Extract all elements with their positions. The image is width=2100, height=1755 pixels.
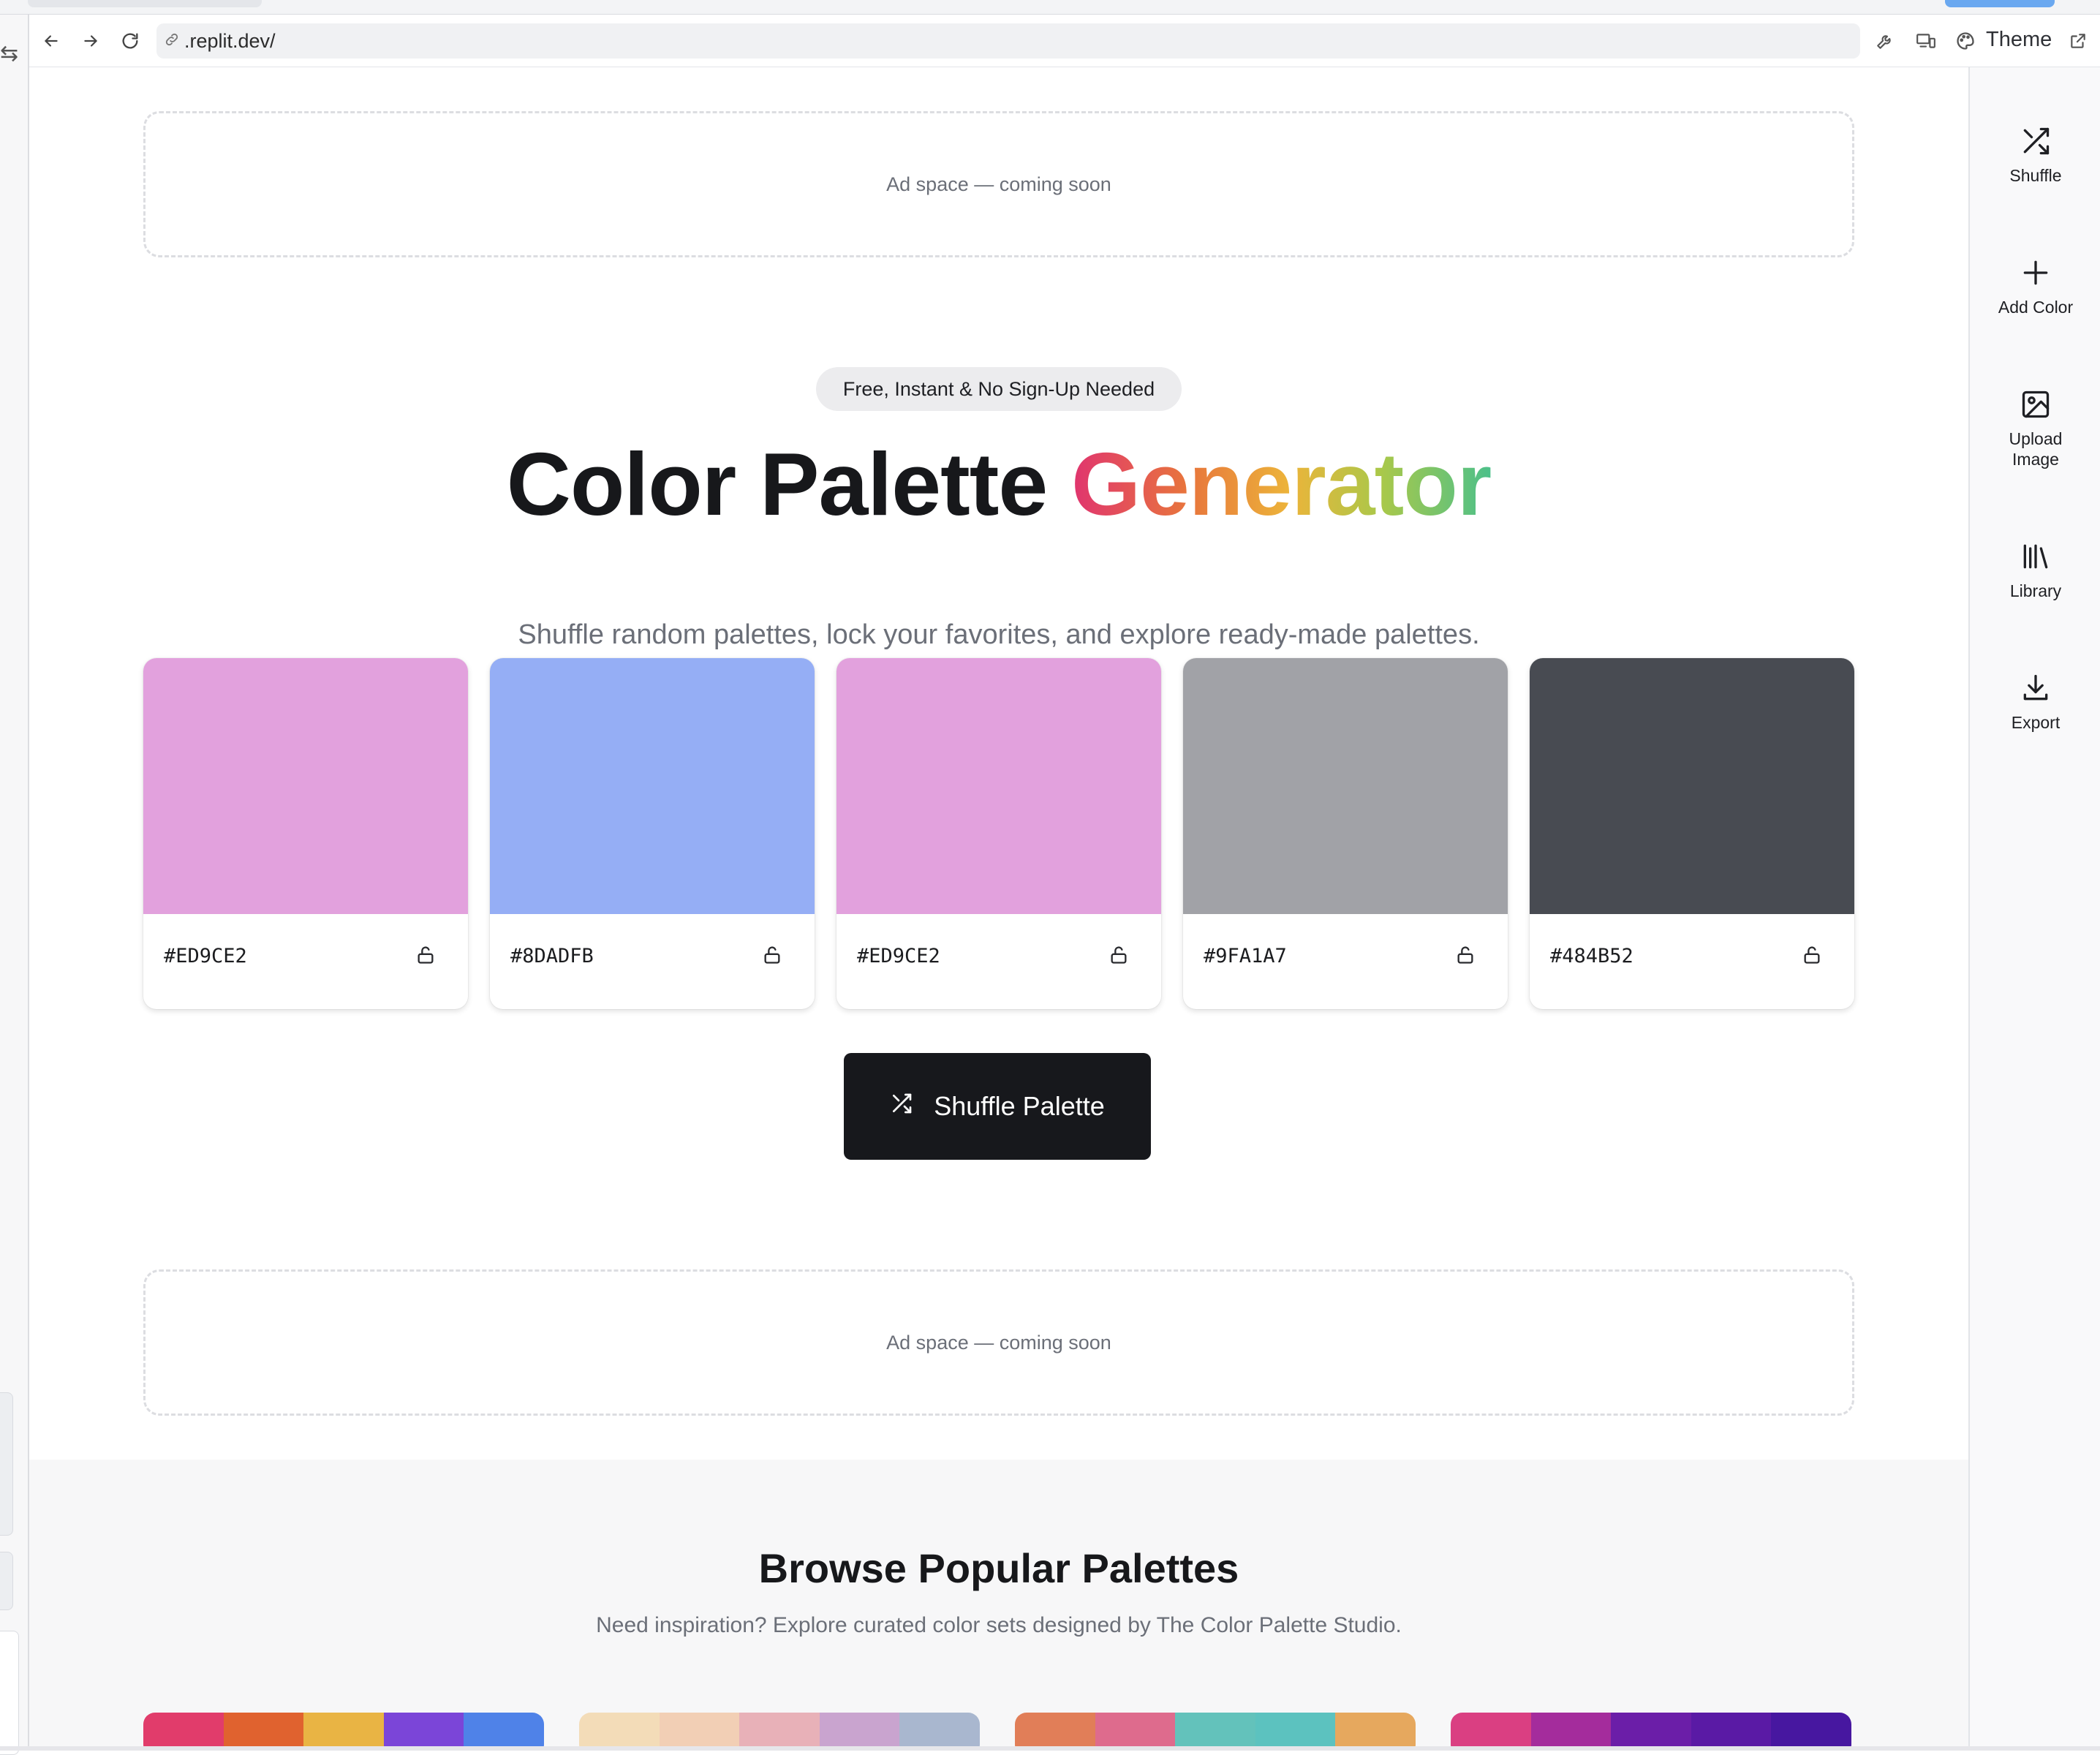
sidebar-item-label: Shuffle [2009, 166, 2062, 185]
unlock-icon[interactable] [1103, 939, 1135, 971]
swatch-card[interactable]: #ED9CE2 [836, 658, 1161, 1009]
palette-preview-color [819, 1713, 900, 1751]
browse-subtitle: Need inspiration? Explore curated color … [596, 1613, 1402, 1637]
sidebar-item-shuffle[interactable]: Shuffle [1970, 123, 2100, 186]
unlock-icon[interactable] [1796, 939, 1828, 971]
palette-preview-color [383, 1713, 464, 1751]
browser-toolbar: .replit.dev/ Theme [29, 15, 2100, 67]
palette-preview-color [1255, 1713, 1336, 1751]
swatch-hex[interactable]: #ED9CE2 [164, 945, 247, 967]
unlock-icon[interactable] [1449, 939, 1481, 971]
palette-icon[interactable] [1951, 26, 1980, 56]
devices-icon[interactable] [1911, 26, 1941, 56]
forward-icon[interactable] [76, 26, 105, 56]
sidebar-item-label: Upload Image [2009, 429, 2063, 469]
title-main: Color Palette [506, 434, 1072, 534]
palette-preview-color [143, 1713, 224, 1751]
back-icon[interactable] [37, 26, 66, 56]
plus-icon [1970, 254, 2100, 291]
external-link-icon[interactable] [2063, 26, 2093, 56]
palette-preview-color [579, 1713, 660, 1751]
swatch-color[interactable] [143, 658, 468, 914]
sidebar-item-label: Export [2011, 713, 2061, 732]
swatch-hex[interactable]: #9FA1A7 [1204, 945, 1287, 967]
palette-preview-color [1175, 1713, 1255, 1751]
palette-preview-color [1451, 1713, 1531, 1751]
swatch-hex[interactable]: #8DADFB [510, 945, 594, 967]
shuffle-icon [1970, 123, 2100, 159]
palette-preview-color [1771, 1713, 1851, 1751]
palette-preview-color [659, 1713, 740, 1751]
url-text[interactable]: .replit.dev/ [184, 30, 276, 53]
page-content: Ad space — coming soon Free, Instant & N… [29, 67, 1968, 1751]
hero-badge: Free, Instant & No Sign-Up Needed [816, 367, 1182, 411]
sidebar-item-add-color[interactable]: Add Color [1970, 254, 2100, 317]
ad-placeholder-bottom: Ad space — coming soon [143, 1269, 1854, 1416]
palette-preview-color [899, 1713, 980, 1751]
swatch-card[interactable]: #8DADFB [490, 658, 815, 1009]
sidebar-item-label: Add Color [1998, 298, 2074, 317]
gutter-panel[interactable] [0, 1631, 19, 1755]
palette-preview-color [1611, 1713, 1691, 1751]
unlock-icon[interactable] [409, 939, 442, 971]
shuffle-palette-button[interactable]: Shuffle Palette [844, 1053, 1151, 1160]
swatch-card[interactable]: #9FA1A7 [1183, 658, 1508, 1009]
shuffle-palette-label: Shuffle Palette [934, 1091, 1105, 1121]
sidebar-item-export[interactable]: Export [1970, 670, 2100, 733]
swatch-hex[interactable]: #484B52 [1550, 945, 1633, 967]
sidebar-item-upload-image[interactable]: Upload Image [1970, 386, 2100, 469]
ad-placeholder-top: Ad space — coming soon [143, 111, 1854, 257]
shuffle-icon [890, 1091, 913, 1122]
palette-preview[interactable] [1451, 1713, 1851, 1751]
window-bottom-edge [0, 1746, 2100, 1751]
palette-preview-color [1335, 1713, 1416, 1751]
palette-preview-color [303, 1713, 384, 1751]
unlock-icon[interactable] [756, 939, 788, 971]
browser-tab[interactable] [28, 0, 262, 7]
swatch-color[interactable] [836, 658, 1161, 914]
wrench-icon[interactable] [1870, 26, 1900, 56]
sidebar-item-label: Library [2009, 581, 2062, 600]
palette-preview[interactable] [579, 1713, 980, 1751]
top-action-button[interactable] [1945, 0, 2055, 7]
page-title: Color Palette Generator [29, 433, 1968, 535]
palette-swatches: #ED9CE2 #8DADFB #ED9CE2 #9FA1A7 #484B52 [143, 658, 1854, 1009]
palette-preview-color [223, 1713, 304, 1751]
palette-preview-color [1095, 1713, 1176, 1751]
gutter-panel[interactable] [0, 1552, 13, 1610]
palette-preview-color [739, 1713, 820, 1751]
gutter-panel[interactable] [0, 1392, 13, 1536]
swatch-color[interactable] [1183, 658, 1508, 914]
hero-subtitle: Shuffle random palettes, lock your favor… [518, 619, 1480, 650]
sidebar-item-library[interactable]: Library [1970, 538, 2100, 601]
swatch-card[interactable]: #ED9CE2 [143, 658, 468, 1009]
browse-title: Browse Popular Palettes [758, 1545, 1239, 1591]
download-icon [1970, 670, 2100, 706]
swatch-color[interactable] [490, 658, 815, 914]
left-gutter: ⇆ [0, 15, 29, 1755]
swatch-hex[interactable]: #ED9CE2 [857, 945, 940, 967]
swatch-card[interactable]: #484B52 [1530, 658, 1854, 1009]
library-icon [1970, 538, 2100, 575]
image-icon [1970, 386, 2100, 423]
reload-icon[interactable] [116, 26, 145, 56]
swatch-color[interactable] [1530, 658, 1854, 914]
palette-preview-color [1691, 1713, 1772, 1751]
address-bar[interactable]: .replit.dev/ [156, 23, 1860, 58]
theme-button[interactable]: Theme [1986, 28, 2052, 52]
palette-preview-color [1530, 1713, 1612, 1751]
palette-preview-color [464, 1713, 544, 1751]
palette-preview[interactable] [143, 1713, 544, 1751]
gutter-icon: ⇆ [0, 41, 19, 67]
browse-section [29, 1460, 1968, 1751]
link-icon [164, 31, 180, 51]
palette-preview-color [1015, 1713, 1095, 1751]
tool-sidebar: Shuffle Add Color Upload Image Library E… [1968, 67, 2100, 1751]
window-top-strip [0, 0, 2100, 15]
palette-preview[interactable] [1015, 1713, 1416, 1751]
title-accent: Generator [1071, 434, 1492, 534]
app-window: ⇆ .replit.dev/ Theme Ad space — coming s… [0, 0, 2100, 1755]
